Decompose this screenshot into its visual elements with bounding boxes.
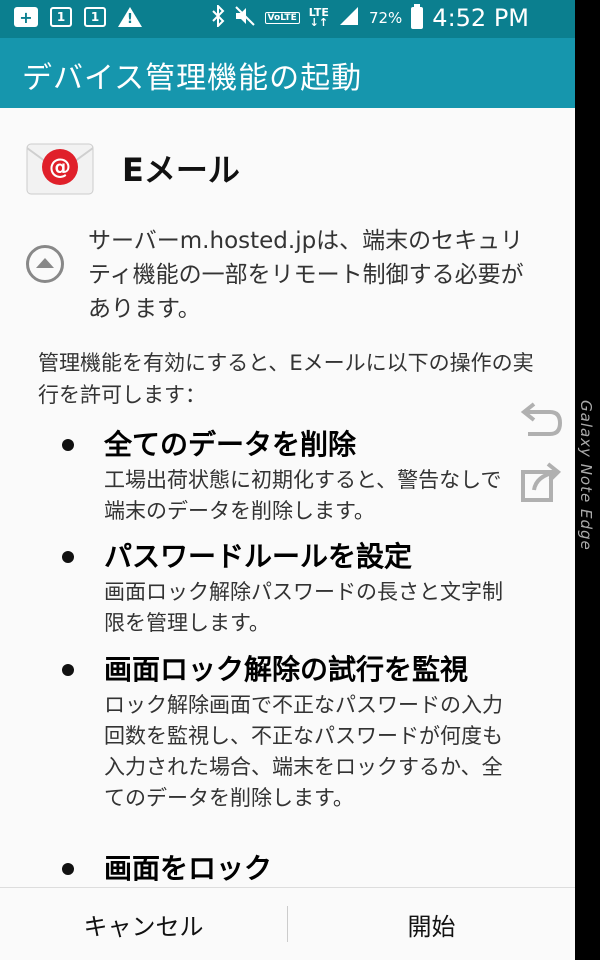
permission-title: 画面をロック [104,852,273,885]
permission-item: パスワードルールを設定 画面ロック解除パスワードの長さと文字制限を管理します。 [62,537,512,639]
notification-plus-icon: + [14,7,38,27]
page-title: デバイス管理機能の起動 [22,61,363,96]
mute-icon [234,5,256,31]
permission-title: パスワードルールを設定 [104,540,413,573]
screen: + 1 1 ! VoLTE LTE ↓↑ 72% 4:52 PM デバイス管理機能… [0,0,575,960]
volte-icon: VoLTE [264,12,300,24]
permission-desc: 画面ロック解除パスワードの長さと文字制限を管理します。 [104,580,503,635]
permission-desc: ロック解除画面で不正なパスワードの入力回数を監視し、不正なパスワードが何度も入力… [104,693,503,810]
signal-icon [338,5,360,31]
clock: 4:52 PM [432,4,529,32]
permission-item: 画面ロック解除の試行を監視 ロック解除画面で不正なパスワードの入力回数を監視し、… [62,650,512,814]
collapse-up-icon[interactable] [26,245,64,283]
server-message: サーバーm.hosted.jpは、端末のセキュリティ機能の一部をリモート制御する… [88,228,524,322]
battery-icon [411,4,424,29]
svg-text:@: @ [49,155,71,180]
sim1-icon: 1 [50,7,72,27]
permission-item: 全てのデータを削除 工場出荷状態に初期化すると、警告なしで端末のデータを削除しま… [62,425,512,527]
permission-item: 画面をロック [62,849,512,889]
bullet-icon [62,664,74,676]
bullet-icon [62,863,74,875]
permission-title: 全てのデータを削除 [104,428,357,461]
sim2-icon: 1 [84,7,106,27]
battery-percent: 72% [368,9,403,27]
cancel-button[interactable]: キャンセル [0,888,287,960]
start-button[interactable]: 開始 [288,888,575,960]
bottom-bar: キャンセル 開始 [0,887,575,960]
permission-title: 画面ロック解除の試行を監視 [104,653,469,686]
app-name: Eメール [122,151,240,189]
intro-text: 管理機能を有効にすると、Eメールに以下の操作の実行を許可します： [38,351,534,407]
title-bar: デバイス管理機能の起動 [0,38,575,108]
bullet-icon [62,439,74,451]
edge-label: Galaxy Note Edge [577,400,595,551]
lte-icon: LTE ↓↑ [308,6,329,29]
bullet-icon [62,551,74,563]
share-icon[interactable] [520,460,561,502]
bluetooth-icon [211,3,225,31]
permission-desc: 工場出荷状態に初期化すると、警告なしで端末のデータを削除します。 [104,468,502,523]
email-at-icon: @ [26,140,94,196]
status-bar: + 1 1 ! VoLTE LTE ↓↑ 72% 4:52 PM [0,0,575,38]
back-icon[interactable] [520,398,563,438]
warning-icon: ! [118,7,142,27]
